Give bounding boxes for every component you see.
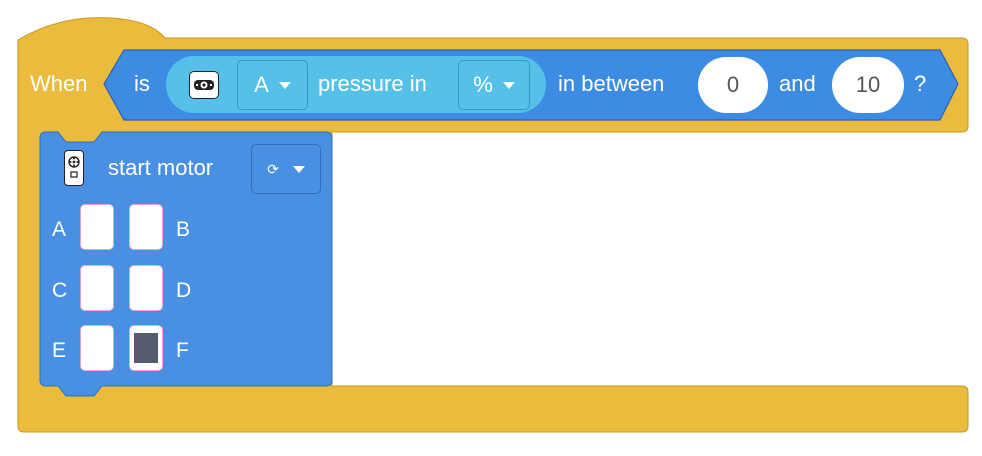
- port-label-b: B: [176, 218, 191, 241]
- in-between-label: in between: [558, 71, 665, 96]
- port-b-toggle[interactable]: [129, 204, 163, 250]
- port-label-a: A: [52, 218, 67, 241]
- when-label: When: [30, 71, 88, 96]
- pressure-in-label: pressure in: [318, 71, 427, 96]
- rotate-clockwise-icon: ⟳: [267, 160, 279, 177]
- port-dropdown[interactable]: A: [237, 60, 308, 110]
- port-label-e: E: [52, 339, 67, 362]
- hub-icon: [64, 150, 84, 186]
- chevron-down-icon: [278, 81, 291, 89]
- chevron-down-icon: [502, 81, 515, 89]
- port-label-d: D: [176, 279, 192, 302]
- port-e-toggle[interactable]: [80, 325, 114, 371]
- unit-dropdown[interactable]: %: [458, 60, 530, 110]
- port-label-c: C: [52, 279, 68, 302]
- port-a-toggle[interactable]: [80, 204, 114, 250]
- port-f-selected-fill: [134, 333, 158, 363]
- port-d-toggle[interactable]: [129, 265, 163, 311]
- port-label-f: F: [176, 339, 189, 362]
- and-label: and: [779, 71, 816, 96]
- question-mark-label: ?: [914, 71, 927, 96]
- is-label: is: [134, 71, 150, 96]
- port-f-toggle[interactable]: [129, 325, 163, 371]
- high-value-input[interactable]: 10: [832, 57, 904, 113]
- start-motor-label: start motor: [108, 155, 214, 180]
- port-dropdown-value: A: [254, 72, 269, 97]
- unit-dropdown-value: %: [473, 72, 493, 97]
- chevron-down-icon: [292, 165, 305, 173]
- low-value-input[interactable]: 0: [698, 57, 768, 113]
- direction-dropdown[interactable]: ⟳: [251, 144, 321, 194]
- pressure-sensor-icon: [189, 71, 219, 99]
- port-c-toggle[interactable]: [80, 265, 114, 311]
